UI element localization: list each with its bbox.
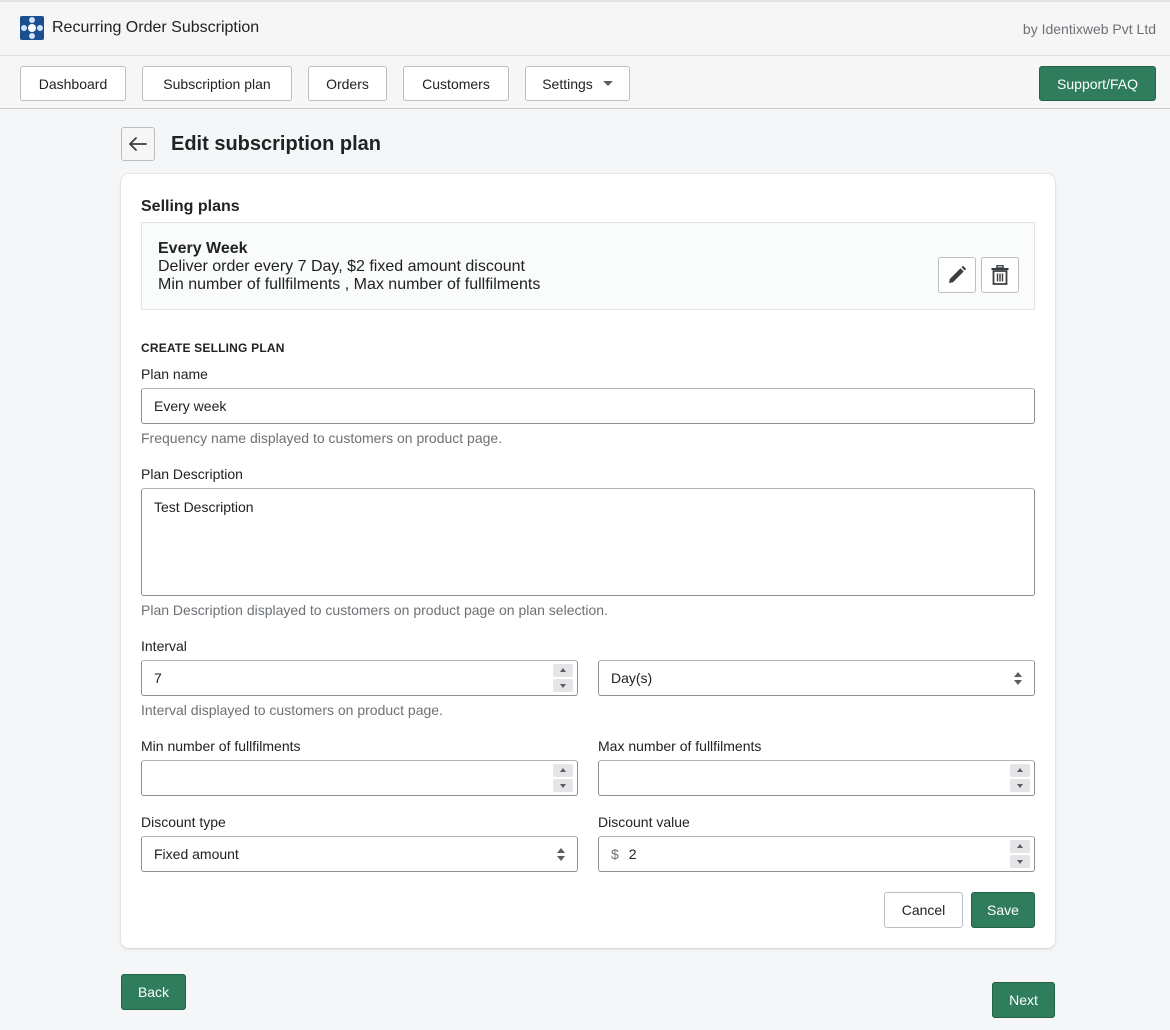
save-button[interactable]: Save bbox=[971, 892, 1035, 928]
discount-value-stepper[interactable] bbox=[1010, 840, 1030, 868]
plan-description-help: Plan Description displayed to customers … bbox=[141, 602, 608, 618]
interval-label: Interval bbox=[141, 638, 187, 654]
plan-description-textarea[interactable]: Test Description bbox=[141, 488, 1035, 596]
discount-type-label: Discount type bbox=[141, 814, 226, 830]
chevron-down-icon bbox=[602, 81, 613, 86]
stepper-down-icon[interactable] bbox=[1010, 779, 1030, 792]
plan-name-help: Frequency name displayed to customers on… bbox=[141, 430, 503, 446]
plan-name-input[interactable]: Every week bbox=[141, 388, 1035, 424]
interval-help: Interval displayed to customers on produ… bbox=[141, 702, 443, 718]
discount-type-value: Fixed amount bbox=[154, 846, 239, 862]
app-vendor: by Identixweb Pvt Ltd bbox=[1022, 21, 1156, 37]
nav-dashboard-button[interactable]: Dashboard bbox=[20, 66, 126, 101]
max-fulfilments-label: Max number of fullfilments bbox=[598, 738, 762, 754]
nav-subscription-plan-button[interactable]: Subscription plan bbox=[142, 66, 292, 101]
interval-unit-select[interactable]: Day(s) bbox=[598, 660, 1035, 696]
app-header: Recurring Order Subscription by Identixw… bbox=[0, 0, 1170, 56]
pencil-icon bbox=[949, 265, 967, 283]
interval-value: 7 bbox=[154, 670, 162, 686]
stepper-down-icon[interactable] bbox=[1010, 855, 1030, 868]
back-button[interactable]: Back bbox=[121, 974, 186, 1010]
discount-value-input[interactable]: $ 2 bbox=[598, 836, 1035, 872]
select-arrows-icon bbox=[1014, 672, 1022, 686]
main-nav: Dashboard Subscription plan Orders Custo… bbox=[0, 57, 1170, 109]
selling-plan-name: Every Week bbox=[158, 240, 248, 257]
support-faq-button[interactable]: Support/FAQ bbox=[1039, 66, 1156, 101]
plan-name-label: Plan name bbox=[141, 366, 208, 382]
next-button[interactable]: Next bbox=[992, 982, 1055, 1018]
stepper-down-icon[interactable] bbox=[553, 679, 573, 692]
max-fulfilments-input[interactable] bbox=[598, 760, 1035, 796]
page-title: Edit subscription plan bbox=[171, 133, 382, 155]
currency-prefix: $ bbox=[611, 846, 619, 862]
nav-settings-dropdown[interactable]: Settings bbox=[525, 66, 630, 101]
discount-type-select[interactable]: Fixed amount bbox=[141, 836, 578, 872]
edit-plan-button[interactable] bbox=[938, 257, 976, 293]
subscription-plan-card: Selling plans Every Week Deliver order e… bbox=[121, 174, 1055, 948]
stepper-up-icon[interactable] bbox=[553, 764, 573, 777]
interval-stepper[interactable] bbox=[553, 664, 573, 692]
discount-value-label: Discount value bbox=[598, 814, 690, 830]
nav-customers-button[interactable]: Customers bbox=[403, 66, 509, 101]
nav-orders-button[interactable]: Orders bbox=[308, 66, 387, 101]
plan-name-value: Every week bbox=[154, 398, 227, 414]
selling-plans-title: Selling plans bbox=[141, 198, 240, 215]
stepper-up-icon[interactable] bbox=[553, 664, 573, 677]
cancel-button[interactable]: Cancel bbox=[884, 892, 963, 928]
selling-plan-item: Every Week Deliver order every 7 Day, $2… bbox=[141, 222, 1035, 310]
create-selling-plan-heading: CREATE SELLING PLAN bbox=[141, 341, 285, 355]
selling-plan-summary: Deliver order every 7 Day, $2 fixed amou… bbox=[158, 258, 525, 275]
stepper-up-icon[interactable] bbox=[1010, 764, 1030, 777]
nav-settings-label: Settings bbox=[542, 75, 593, 92]
interval-input[interactable]: 7 bbox=[141, 660, 578, 696]
min-fulfilments-stepper[interactable] bbox=[553, 764, 573, 792]
plan-description-value: Test Description bbox=[154, 499, 254, 515]
back-arrow-button[interactable] bbox=[121, 127, 155, 161]
max-fulfilments-stepper[interactable] bbox=[1010, 764, 1030, 792]
interval-unit-value: Day(s) bbox=[611, 670, 653, 686]
stepper-up-icon[interactable] bbox=[1010, 840, 1030, 853]
min-fulfilments-label: Min number of fullfilments bbox=[141, 738, 301, 754]
plan-description-label: Plan Description bbox=[141, 466, 243, 482]
app-title: Recurring Order Subscription bbox=[52, 19, 260, 36]
select-arrows-icon bbox=[557, 848, 565, 862]
discount-value: 2 bbox=[628, 846, 637, 862]
delete-plan-button[interactable] bbox=[981, 257, 1019, 293]
arrow-left-icon bbox=[129, 137, 147, 151]
stepper-down-icon[interactable] bbox=[553, 779, 573, 792]
app-logo-icon bbox=[20, 16, 44, 40]
selling-plan-fulfilments: Min number of fullfilments , Max number … bbox=[158, 276, 541, 293]
trash-icon bbox=[991, 265, 1009, 285]
min-fulfilments-input[interactable] bbox=[141, 760, 578, 796]
